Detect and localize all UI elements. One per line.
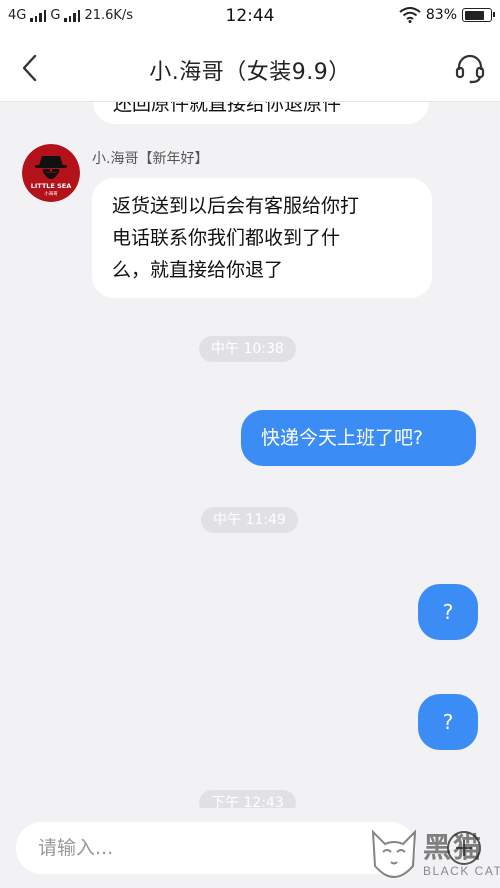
message-line: 么，就直接给你退了: [112, 259, 284, 281]
watermark-title: 黑猫: [423, 831, 484, 864]
customer-service-button[interactable]: [450, 48, 490, 88]
avatar-logo-subtext: 小海哥: [44, 190, 58, 197]
message-line: 电话联系你我们都收到了什: [112, 227, 341, 249]
chat-header: 小.海哥（女装9.9）: [0, 34, 500, 102]
watermark: 黑猫 BLACK CAT: [369, 826, 500, 886]
message-text: 还回原件就直接给你退原件: [113, 102, 342, 115]
avatar[interactable]: LITTLE SEA 小海哥: [22, 144, 80, 202]
message-bubble-incoming[interactable]: 返货送到以后会有客服给你打 电话联系你我们都收到了什 么，就直接给你退了: [92, 178, 432, 298]
message-bubble-outgoing[interactable]: 快递今天上班了吧?: [241, 410, 476, 466]
chat-title: 小.海哥（女装9.9）: [149, 60, 351, 85]
chat-message-list[interactable]: 还回原件就直接给你退原件 LITTLE SEA 小海哥 小.海哥【新年好】 返货…: [0, 102, 500, 808]
message-line: 返货送到以后会有客服给你打: [112, 195, 360, 217]
headset-icon: [455, 54, 485, 84]
status-bar-right: 83%: [399, 7, 495, 23]
cat-logo-icon: [371, 829, 417, 878]
battery-fill: [464, 10, 485, 20]
message-bubble-outgoing[interactable]: ?: [418, 694, 478, 750]
battery-icon: [462, 8, 495, 22]
timestamp: 中午 10:38: [199, 336, 296, 362]
timestamp: 下午 12:43: [199, 790, 296, 808]
sender-name: 小.海哥【新年好】: [92, 151, 209, 167]
message-input[interactable]: [16, 822, 416, 874]
timestamp: 中午 11:49: [201, 507, 298, 533]
wifi-icon: [399, 7, 421, 23]
message-bubble-outgoing[interactable]: ?: [418, 584, 478, 640]
watermark-subtitle: BLACK CAT: [423, 864, 500, 878]
status-bar: 4G G 21.6K/s 12:44 83%: [0, 0, 500, 34]
battery-percent: 83%: [425, 7, 457, 23]
message-bubble-clipped[interactable]: 还回原件就直接给你退原件: [93, 102, 429, 124]
avatar-logo-text: LITTLE SEA: [31, 182, 72, 190]
